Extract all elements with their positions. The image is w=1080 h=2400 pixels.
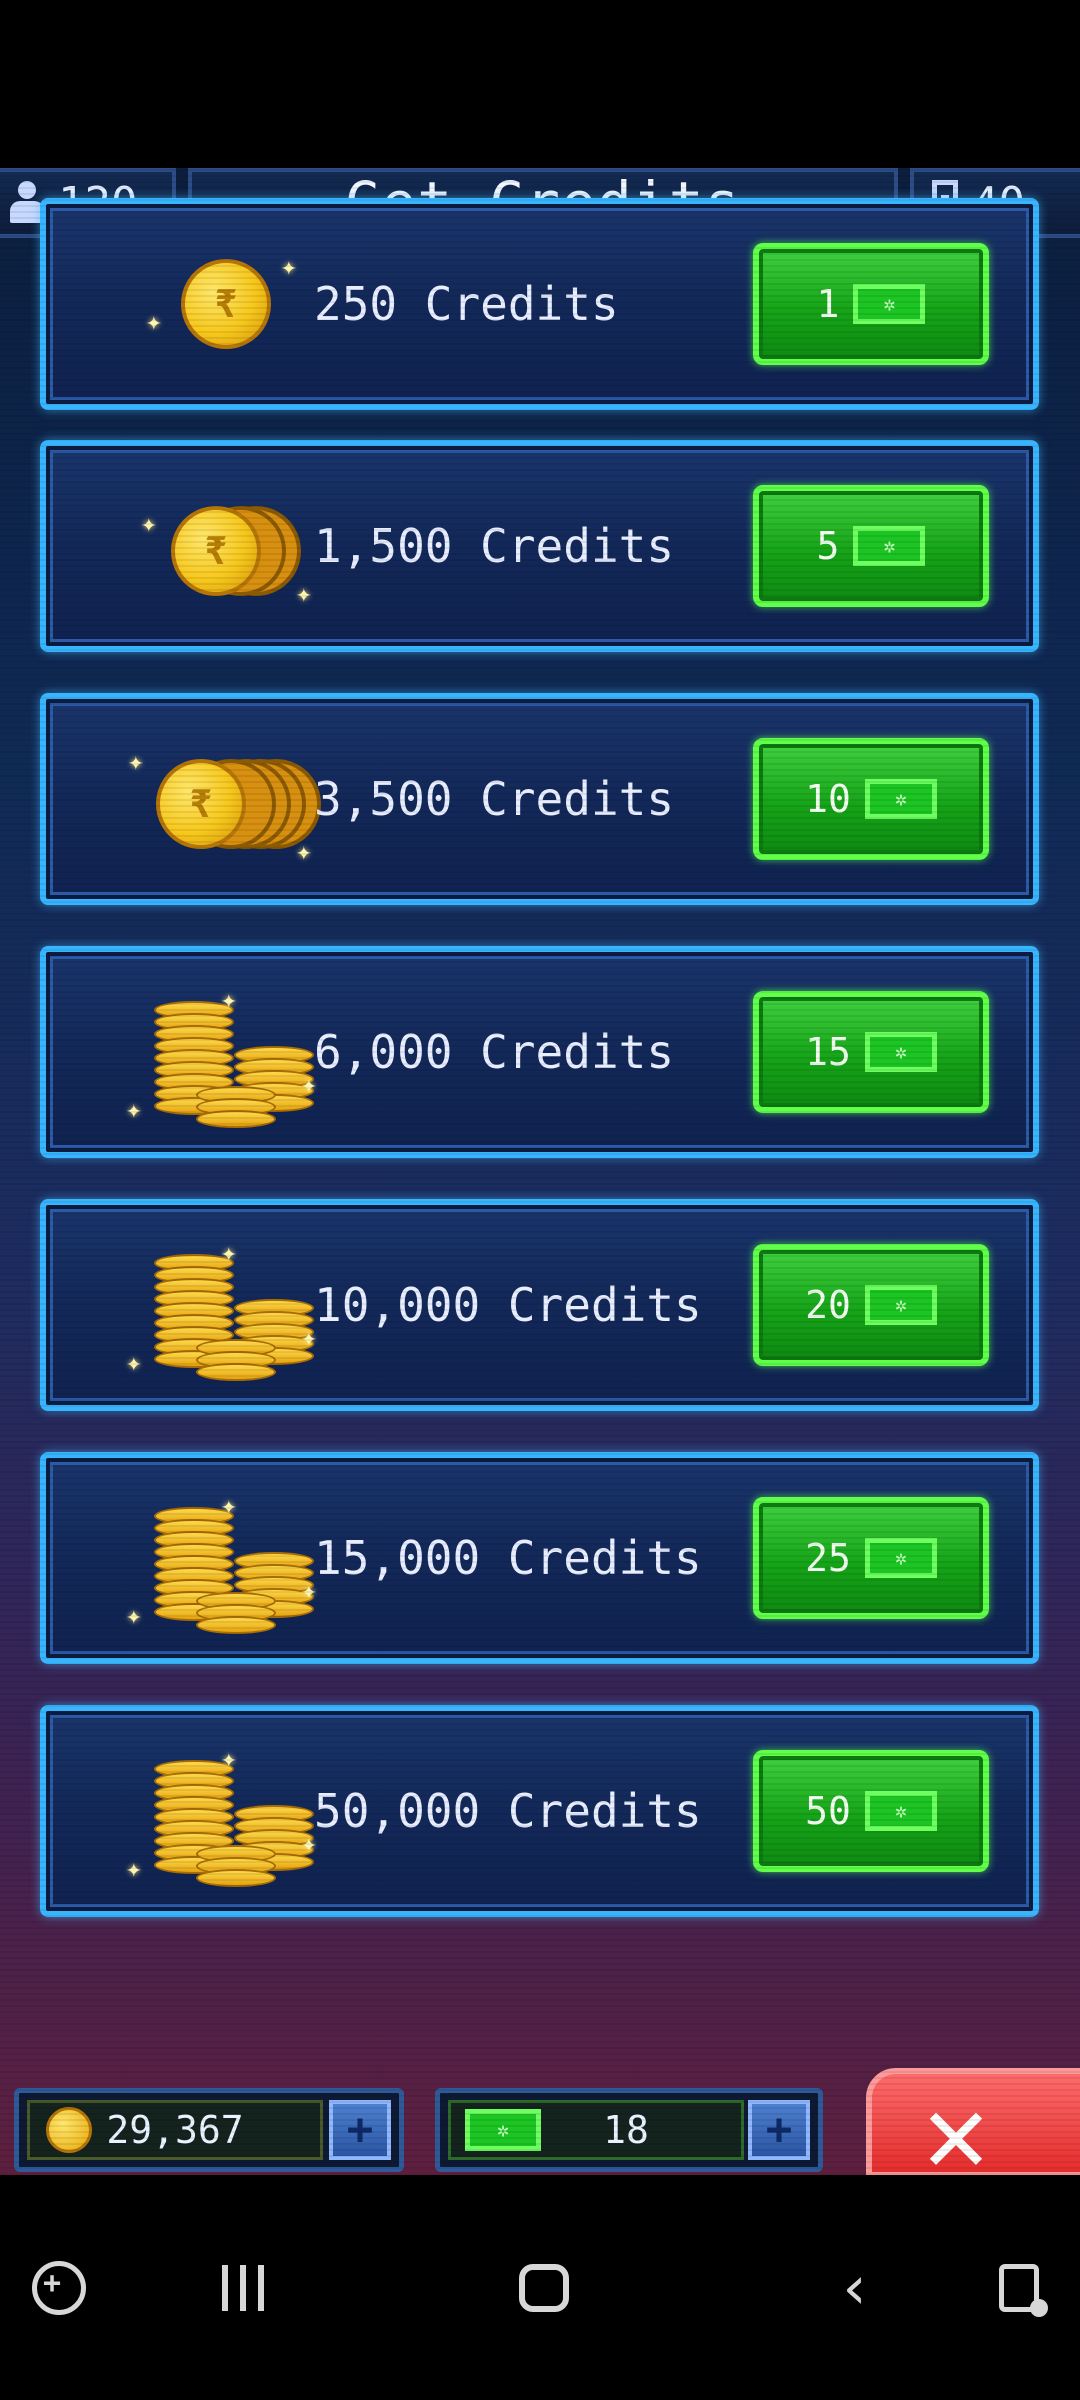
- game-launcher-button[interactable]: [24, 2253, 94, 2323]
- recent-apps-icon: [222, 2265, 264, 2311]
- offer-label: 15,000 Credits: [314, 1531, 702, 1585]
- offer-row[interactable]: ✦ ✦ ✦ 50,000 Credits 50: [40, 1705, 1039, 1917]
- buy-button[interactable]: 5: [753, 485, 989, 607]
- system-nav-bar: ‹: [0, 2175, 1080, 2400]
- add-bux-button[interactable]: +: [748, 2100, 810, 2160]
- coins-icon: ₹ ✦ ✦: [106, 724, 321, 874]
- coin-field: 29,367: [27, 2100, 323, 2160]
- game-launcher-icon: [32, 2261, 86, 2315]
- home-button[interactable]: [509, 2253, 579, 2323]
- offer-row[interactable]: ₹ ✦ ✦ 3,500 Credits 10: [40, 693, 1039, 905]
- offer-label: 3,500 Credits: [314, 772, 675, 826]
- home-icon: [519, 2264, 569, 2312]
- offer-row[interactable]: ₹ ✦ ✦ 250 Credits 1: [40, 198, 1039, 410]
- offer-label: 6,000 Credits: [314, 1025, 675, 1079]
- bux-icon: [853, 284, 926, 324]
- offer-row[interactable]: ✦ ✦ ✦ 10,000 Credits 20: [40, 1199, 1039, 1411]
- tools-icon: [999, 2264, 1048, 2317]
- buy-button[interactable]: 50: [753, 1750, 989, 1872]
- buy-button[interactable]: 1: [753, 243, 989, 365]
- coin-stack-icon: ✦ ✦ ✦: [106, 1736, 317, 1887]
- coin-stack-icon: ✦ ✦ ✦: [106, 977, 317, 1128]
- buy-button[interactable]: 10: [753, 738, 989, 860]
- coin-stack-icon: ✦ ✦ ✦: [106, 1230, 317, 1381]
- add-coins-button[interactable]: +: [329, 2100, 391, 2160]
- buy-button[interactable]: 25: [753, 1497, 989, 1619]
- coin-stack-icon: ✦ ✦ ✦: [106, 1483, 317, 1634]
- offer-row[interactable]: ₹ ✦ ✦ 1,500 Credits 5: [40, 440, 1039, 652]
- close-button[interactable]: ✕: [866, 2068, 1080, 2175]
- buy-button[interactable]: 20: [753, 1244, 989, 1366]
- bux-field: 18: [448, 2100, 744, 2160]
- price-value: 5: [816, 524, 840, 568]
- bux-icon: [864, 1791, 937, 1831]
- price-value: 15: [805, 1030, 851, 1074]
- game-screen: 120 Get Credits 40 ₹ ✦ ✦ 250 Credits 1: [0, 168, 1080, 2175]
- offer-label: 10,000 Credits: [314, 1278, 702, 1332]
- bux-icon: [864, 1285, 937, 1325]
- coin-counter: 29,367 +: [14, 2088, 404, 2172]
- plus-icon: +: [765, 2104, 793, 2155]
- game-tools-button[interactable]: [984, 2253, 1054, 2323]
- currency-bar: 29,367 + 18 + ✕: [0, 2068, 1080, 2175]
- bux-icon: [864, 1538, 937, 1578]
- bux-counter: 18 +: [435, 2088, 823, 2172]
- close-icon: ✕: [922, 2069, 990, 2175]
- price-value: 1: [816, 282, 840, 326]
- bux-icon: [853, 526, 926, 566]
- person-icon: [10, 181, 44, 225]
- coin-balance: 29,367: [106, 2108, 244, 2152]
- offer-label: 50,000 Credits: [314, 1784, 702, 1838]
- offer-label: 250 Credits: [314, 277, 619, 331]
- offer-label: 1,500 Credits: [314, 519, 675, 573]
- plus-icon: +: [346, 2104, 374, 2155]
- offer-row[interactable]: ✦ ✦ ✦ 6,000 Credits 15: [40, 946, 1039, 1158]
- price-value: 10: [805, 777, 851, 821]
- recent-apps-button[interactable]: [208, 2253, 278, 2323]
- coin-icon: ₹ ✦ ✦: [106, 229, 306, 379]
- back-icon: ‹: [836, 2253, 874, 2323]
- price-value: 50: [805, 1789, 851, 1833]
- price-value: 25: [805, 1536, 851, 1580]
- back-button[interactable]: ‹: [820, 2253, 890, 2323]
- bux-icon: [864, 1032, 937, 1072]
- coins-icon: ₹ ✦ ✦: [106, 471, 312, 621]
- buy-button[interactable]: 15: [753, 991, 989, 1113]
- price-value: 20: [805, 1283, 851, 1327]
- offer-list: ₹ ✦ ✦ 250 Credits 1 ₹ ✦ ✦ 1,500 Credits …: [0, 198, 1080, 2098]
- bux-balance: 18: [603, 2108, 649, 2152]
- offer-row[interactable]: ✦ ✦ ✦ 15,000 Credits 25: [40, 1452, 1039, 1664]
- bux-icon: [864, 779, 937, 819]
